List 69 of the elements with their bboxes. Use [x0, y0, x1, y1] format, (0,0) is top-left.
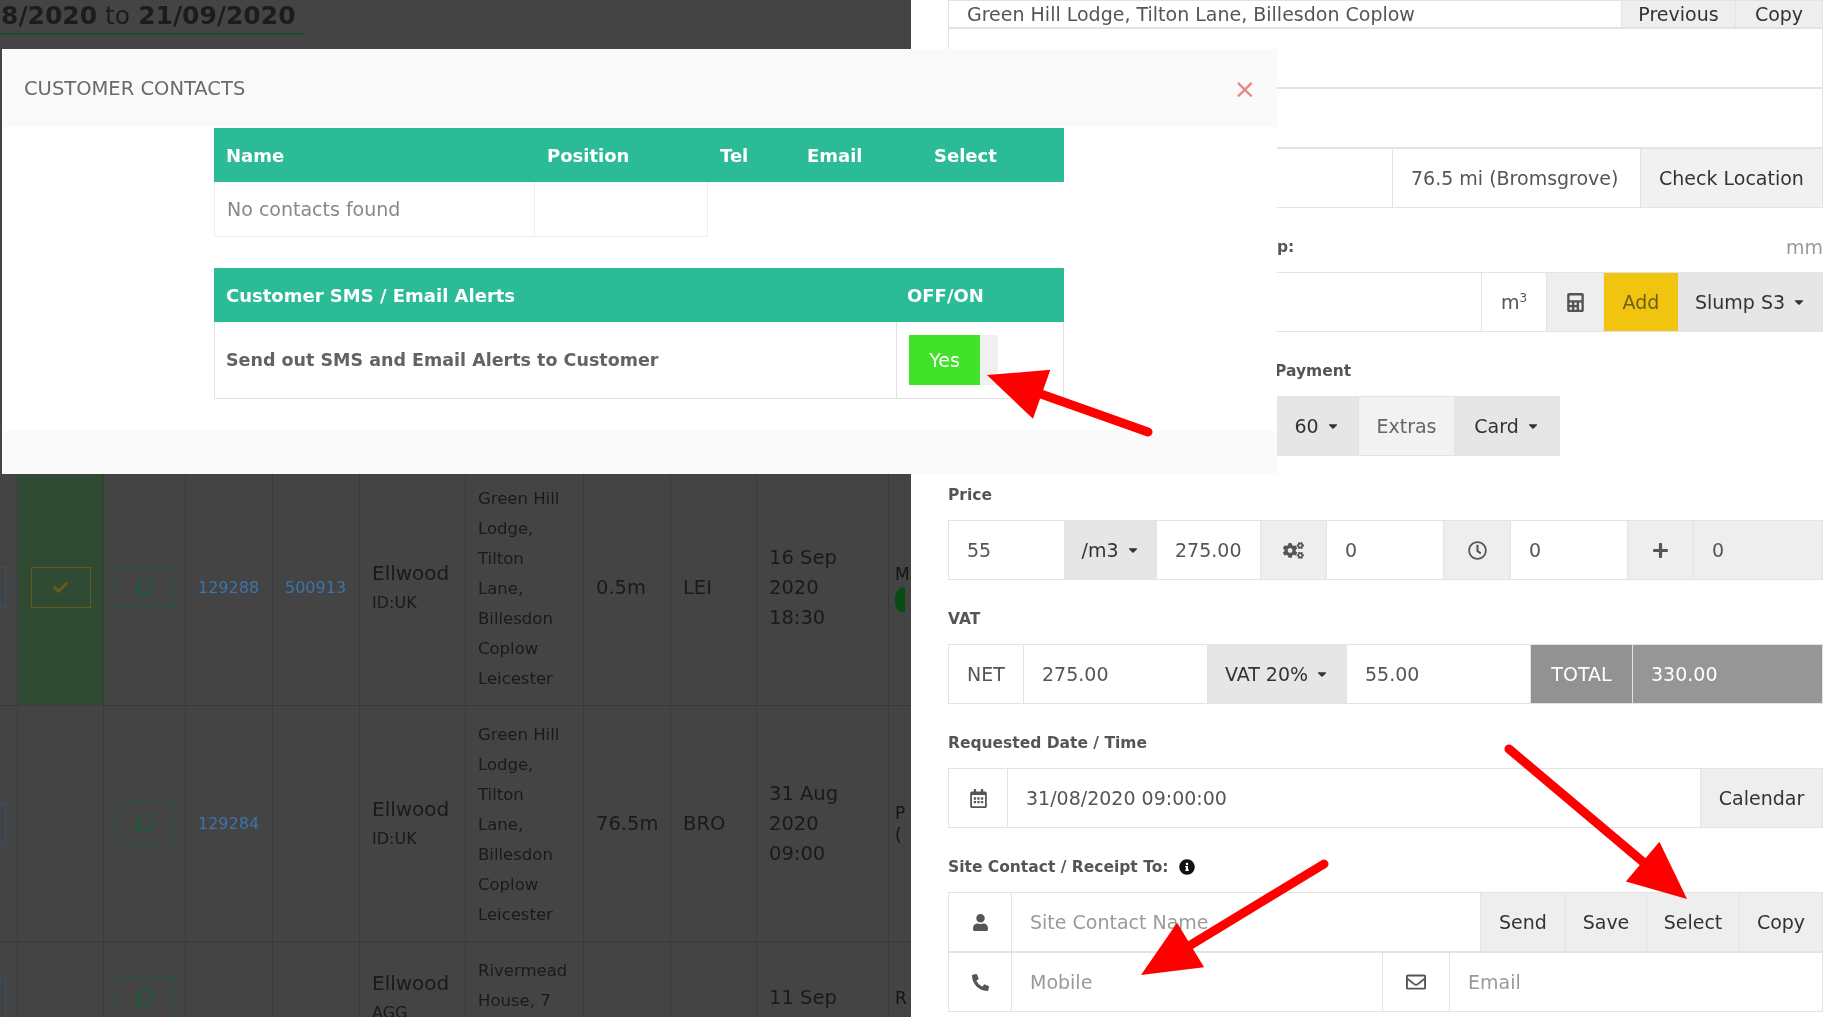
column-header: Select — [933, 144, 998, 166]
field-label: VAT — [948, 610, 981, 628]
date-field[interactable]: 31/08/2020 09:00:00 — [1007, 768, 1701, 828]
unit-label: mm — [1785, 236, 1823, 258]
distance-field[interactable]: 76.5 mi (Bromsgrove) — [1392, 148, 1641, 208]
envelope-icon — [1406, 972, 1426, 992]
vat-field[interactable]: 55.00 — [1346, 644, 1531, 704]
table-cell-text: Send out SMS and Email Alerts to Customer — [225, 349, 660, 372]
other-field[interactable]: 0 — [1693, 520, 1823, 580]
previous-button[interactable]: Previous — [1621, 0, 1736, 28]
column-header: Email — [806, 144, 864, 166]
table-button[interactable] — [0, 803, 6, 844]
address-field[interactable]: Green Hill Lodge, Tilton Lane, Billesdon Coplow — [948, 0, 1622, 28]
check-button[interactable] — [30, 567, 91, 608]
field-label: p: — [1277, 238, 1295, 256]
column-header: Tel — [719, 144, 750, 166]
phone-icon — [971, 973, 989, 991]
plus-icon — [1652, 541, 1669, 559]
column-header: OFF/ON — [906, 284, 985, 306]
table-button[interactable] — [0, 977, 6, 1017]
extras-button[interactable]: Extras — [1358, 396, 1455, 456]
addon-label: NET — [948, 644, 1024, 704]
clock-icon — [1467, 540, 1487, 560]
user-icon — [971, 913, 989, 931]
add-button[interactable]: Add — [1603, 272, 1679, 332]
vat-rate-dropdown[interactable]: VAT 20% — [1207, 644, 1347, 704]
column-header: Name — [225, 144, 286, 166]
calculator-icon — [1565, 292, 1585, 312]
field-label: Requested Date / Time — [948, 734, 1147, 752]
net-field[interactable]: 275.00 — [1023, 644, 1208, 704]
copy-button[interactable]: Copy — [1739, 892, 1823, 952]
time-field[interactable]: 0 — [1510, 520, 1628, 580]
field-label: Payment — [1275, 362, 1352, 380]
rate-field[interactable]: 55 — [948, 520, 1065, 580]
calculator-button[interactable] — [1546, 272, 1604, 332]
unit-dropdown[interactable]: /m3 — [1064, 520, 1157, 580]
column-header: Position — [546, 144, 631, 166]
check-icon — [53, 580, 68, 595]
copy-icon — [136, 579, 153, 596]
field-label: Price — [948, 486, 993, 504]
mobile-field[interactable]: Mobile — [1011, 952, 1383, 1012]
copy-button[interactable]: Copy — [1735, 0, 1823, 28]
field-label: Site Contact / Receipt To: — [948, 858, 1169, 876]
save-button[interactable]: Save — [1565, 892, 1647, 952]
copy-icon — [136, 815, 153, 832]
terms-dropdown[interactable]: 60 — [1275, 396, 1359, 456]
select-button[interactable]: Select — [1646, 892, 1740, 952]
check-location-button[interactable]: Check Location — [1640, 148, 1823, 208]
send-button[interactable]: Send — [1480, 892, 1566, 952]
copy-button[interactable] — [115, 977, 174, 1017]
email-field[interactable]: Email — [1449, 952, 1823, 1012]
payment-dropdown[interactable]: Card — [1454, 396, 1560, 456]
copy-button[interactable] — [115, 567, 174, 608]
table-button[interactable] — [0, 567, 6, 608]
calendar-icon — [968, 788, 988, 808]
copy-button[interactable] — [115, 803, 174, 844]
contact-name-field[interactable]: Site Contact Name — [1011, 892, 1481, 952]
amount-field[interactable]: 275.00 — [1156, 520, 1261, 580]
column-header: Customer SMS / Email Alerts — [225, 284, 517, 306]
copy-icon — [136, 989, 153, 1006]
info-icon — [1178, 859, 1195, 875]
modal-title: CUSTOMER CONTACTS — [24, 76, 246, 100]
table-cell: No contacts found — [214, 182, 535, 237]
addon-label: TOTAL — [1530, 644, 1633, 704]
unit-addon: m$^{3}$ — [1481, 272, 1547, 332]
calendar-button[interactable]: Calendar — [1700, 768, 1823, 828]
extras-field[interactable]: 0 — [1326, 520, 1444, 580]
gears-icon — [1283, 539, 1304, 561]
slump-dropdown[interactable]: Slump S3 — [1678, 272, 1823, 332]
